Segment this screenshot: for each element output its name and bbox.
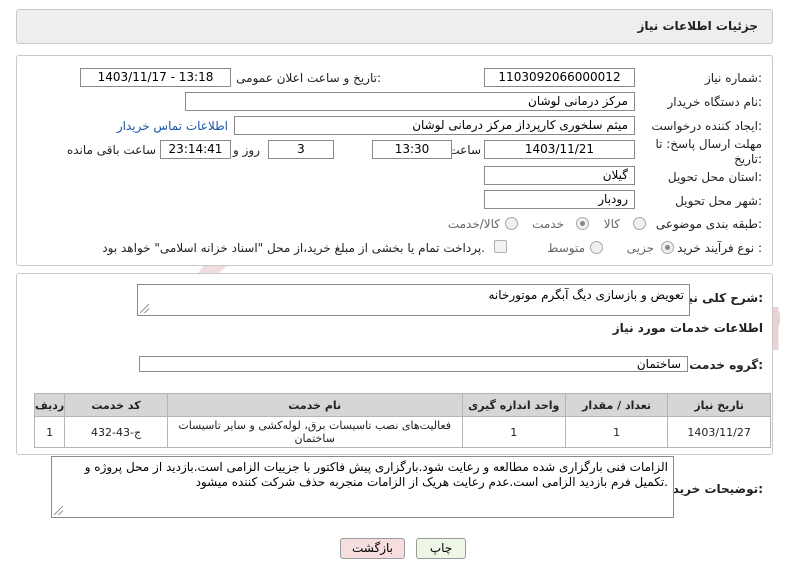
col-name-header: نام خدمت [166, 393, 463, 417]
process-medium-radio[interactable] [590, 241, 603, 254]
cell-quantity: 1 [564, 416, 669, 448]
city-field[interactable]: رودبار [484, 190, 635, 209]
deadline-days-field[interactable]: 3 [268, 140, 334, 159]
province-field[interactable]: گیلان [484, 166, 635, 185]
process-label: نوع فرآیند خرید : [677, 241, 762, 255]
deadline-time-label: ساعت [448, 143, 481, 157]
process-medium-label: متوسط [547, 241, 585, 255]
requester-field[interactable]: میثم سلخوری کارپرداز مرکز درمانی لوشان [234, 116, 635, 135]
buyer-notes-textarea[interactable]: الزامات فنی بارگزاری شده مطالعه و رعایت … [51, 456, 674, 518]
services-section-title: اطلاعات خدمات مورد نیاز [612, 321, 763, 335]
cell-unit: 1 [461, 416, 566, 448]
service-group-field[interactable]: ساختمان [139, 356, 688, 372]
col-row-header: ردیف [33, 393, 66, 417]
service-group-label: گروه خدمت: [689, 358, 763, 372]
category-goods-service-label: کالا/خدمت [447, 217, 500, 231]
remaining-time-label: ساعت باقی مانده [66, 143, 156, 157]
summary-text: تعویض و بازسازی دیگ آبگرم موتورخانه [488, 288, 684, 302]
buyer-notes-label: توضیحات خریدار: [661, 482, 763, 496]
deadline-label-line2: تاریخ: [734, 152, 762, 166]
page-header: جزئیات اطلاعات نیاز [16, 9, 773, 44]
cell-row-number: 1 [33, 416, 66, 448]
page-title: جزئیات اطلاعات نیاز [637, 19, 758, 33]
summary-textarea[interactable]: تعویض و بازسازی دیگ آبگرم موتورخانه [137, 284, 690, 316]
print-button[interactable]: چاپ [416, 538, 466, 559]
cell-service-name: فعالیت‌های نصب تاسیسات برق، لوله‌کشی و س… [166, 416, 463, 448]
category-service-label: خدمت [532, 217, 564, 231]
deadline-time-field[interactable]: 13:30 [372, 140, 452, 159]
category-goods-service-radio[interactable] [505, 217, 518, 230]
treasury-payment-checkbox[interactable] [494, 240, 507, 253]
need-number-label: شماره نیاز: [704, 71, 762, 85]
deadline-date-field[interactable]: 1403/11/21 [484, 140, 635, 159]
city-label: شهر محل تحویل: [675, 194, 762, 208]
treasury-payment-note: پرداخت تمام یا بخشی از مبلغ خرید،از محل … [102, 241, 485, 255]
buyer-contact-link[interactable]: اطلاعات تماس خریدار [117, 119, 228, 133]
buyer-org-field[interactable]: مرکز درمانی لوشان [185, 92, 635, 111]
process-minor-radio[interactable] [661, 241, 674, 254]
services-table: ردیف کد خدمت نام خدمت واحد اندازه گیری ت… [33, 393, 771, 448]
cell-service-code: ج-43-432 [64, 416, 168, 448]
category-label: طبقه بندی موضوعی: [655, 217, 762, 231]
buyer-org-label: نام دستگاه خریدار: [667, 95, 763, 109]
category-service-radio[interactable] [576, 217, 589, 230]
resize-grip-icon[interactable] [54, 506, 63, 515]
back-button[interactable]: بازگشت [340, 538, 405, 559]
announce-datetime-label: تاریخ و ساعت اعلان عمومی: [236, 71, 381, 85]
announce-datetime-field[interactable]: 1403/11/17 - 13:18 [80, 68, 231, 87]
deadline-days-label: روز و [233, 143, 260, 157]
remaining-time-field[interactable]: 23:14:41 [160, 140, 231, 159]
cell-need-date: 1403/11/27 [667, 416, 771, 448]
requester-label: ایجاد کننده درخواست: [651, 119, 762, 133]
province-label: استان محل تحویل: [667, 170, 762, 184]
buyer-notes-text: الزامات فنی بارگزاری شده مطالعه و رعایت … [84, 460, 668, 489]
resize-grip-icon[interactable] [140, 304, 149, 313]
table-row[interactable]: 1 ج-43-432 فعالیت‌های نصب تاسیسات برق، ل… [33, 416, 771, 448]
need-number-field[interactable]: 1103092066000012 [484, 68, 635, 87]
col-date-header: تاریخ نیاز [667, 393, 771, 417]
deadline-label-line1: مهلت ارسال پاسخ: تا [655, 137, 762, 151]
col-code-header: کد خدمت [64, 393, 168, 417]
col-unit-header: واحد اندازه گیری [461, 393, 566, 417]
category-goods-radio[interactable] [633, 217, 646, 230]
table-header-row: ردیف کد خدمت نام خدمت واحد اندازه گیری ت… [33, 393, 771, 417]
col-qty-header: تعداد / مقدار [564, 393, 669, 417]
category-goods-label: کالا [603, 217, 620, 231]
process-minor-label: جزیی [626, 241, 654, 255]
